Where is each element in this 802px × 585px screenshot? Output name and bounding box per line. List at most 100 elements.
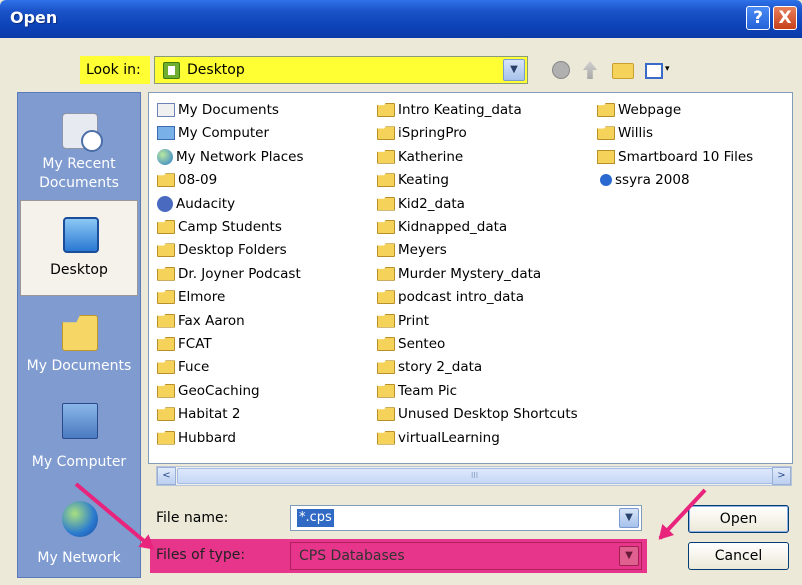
horizontal-scrollbar[interactable]: < III > bbox=[156, 466, 792, 486]
list-item[interactable]: Kidnapped_data bbox=[377, 216, 507, 239]
list-item[interactable]: Willis bbox=[597, 122, 653, 145]
help-button[interactable]: ? bbox=[746, 6, 770, 30]
filetype-dropdown[interactable]: CPS Databases ▼ bbox=[290, 542, 642, 570]
scroll-left-button[interactable]: < bbox=[157, 467, 176, 485]
list-item[interactable]: My Documents bbox=[157, 99, 279, 122]
list-item-label: Hubbard bbox=[178, 429, 237, 446]
shortcut-folder-icon bbox=[597, 149, 615, 164]
scroll-right-button[interactable]: > bbox=[772, 467, 791, 485]
list-item[interactable]: Audacity bbox=[157, 193, 235, 216]
place-label-line2: Documents bbox=[39, 175, 119, 191]
list-item[interactable]: Print bbox=[377, 310, 429, 333]
list-item-label: Unused Desktop Shortcuts bbox=[398, 406, 578, 423]
place-my-recent-documents[interactable]: My Recent Documents bbox=[20, 95, 138, 191]
list-item-label: Desktop Folders bbox=[178, 242, 287, 259]
open-button[interactable]: Open bbox=[688, 505, 789, 533]
list-item-label: Murder Mystery_data bbox=[398, 265, 542, 282]
filename-value: *.cps bbox=[297, 509, 334, 527]
list-item-label: virtualLearning bbox=[398, 429, 500, 446]
list-item-label: podcast intro_data bbox=[398, 289, 524, 306]
cancel-button[interactable]: Cancel bbox=[688, 542, 789, 570]
place-label: My Computer bbox=[31, 454, 127, 470]
list-item-label: Print bbox=[398, 312, 430, 329]
list-item[interactable]: GeoCaching bbox=[157, 380, 260, 403]
folder-icon bbox=[377, 103, 395, 117]
back-icon[interactable] bbox=[552, 61, 570, 79]
folder-icon bbox=[377, 126, 395, 141]
folder-icon bbox=[157, 313, 175, 328]
list-item[interactable]: Dr. Joyner Podcast bbox=[157, 263, 301, 286]
list-item[interactable]: Kid2_data bbox=[377, 193, 465, 216]
list-item[interactable]: story 2_data bbox=[377, 356, 482, 379]
folder-icon bbox=[377, 196, 395, 211]
list-item-label: Webpage bbox=[618, 102, 682, 118]
list-item[interactable]: iSpringPro bbox=[377, 122, 467, 145]
list-item[interactable]: Fuce bbox=[157, 356, 209, 379]
folder-icon bbox=[157, 360, 175, 375]
list-item-label: My Documents bbox=[178, 102, 279, 118]
folder-icon bbox=[377, 430, 395, 445]
scroll-grip: III bbox=[471, 471, 479, 480]
up-folder-icon[interactable] bbox=[583, 61, 597, 79]
list-item[interactable]: Habitat 2 bbox=[157, 403, 240, 426]
scroll-thumb[interactable]: III bbox=[177, 468, 773, 484]
list-item[interactable]: Smartboard 10 Files bbox=[597, 146, 753, 169]
views-dropdown-icon[interactable]: ▾ bbox=[665, 64, 670, 84]
list-item-label: Kid2_data bbox=[398, 195, 465, 212]
place-desktop[interactable]: Desktop bbox=[20, 200, 138, 296]
lookin-label: Look in: bbox=[80, 56, 150, 84]
list-item[interactable]: Camp Students bbox=[157, 216, 282, 239]
list-item[interactable]: Fax Aaron bbox=[157, 310, 245, 333]
list-item[interactable]: Keating bbox=[377, 169, 449, 192]
file-list[interactable]: My Documents My Computer My Network Places… bbox=[148, 92, 793, 464]
list-item[interactable]: ssyra 2008 bbox=[597, 169, 690, 192]
list-item[interactable]: FCAT bbox=[157, 333, 212, 356]
chevron-down-icon[interactable]: ▼ bbox=[503, 59, 525, 81]
list-item[interactable]: podcast intro_data bbox=[377, 286, 524, 309]
list-item-label: Dr. Joyner Podcast bbox=[178, 265, 301, 282]
list-item-label: GeoCaching bbox=[178, 382, 260, 399]
folder-icon bbox=[157, 337, 175, 351]
list-item[interactable]: Katherine bbox=[377, 146, 463, 169]
list-item[interactable]: Meyers bbox=[377, 239, 447, 262]
filetype-value: CPS Databases bbox=[299, 548, 405, 564]
folder-icon bbox=[157, 407, 175, 422]
list-item-label: Smartboard 10 Files bbox=[618, 148, 754, 165]
desktop-icon bbox=[63, 217, 99, 253]
list-item[interactable]: Unused Desktop Shortcuts bbox=[377, 403, 578, 426]
list-item-label: Willis bbox=[618, 125, 654, 142]
list-item[interactable]: Intro Keating_data bbox=[377, 99, 522, 122]
desktop-icon bbox=[163, 62, 180, 79]
list-item-label: Meyers bbox=[398, 242, 447, 259]
folder-icon bbox=[377, 149, 395, 164]
filename-input[interactable]: *.cps ▼ bbox=[290, 505, 642, 531]
list-item[interactable]: Murder Mystery_data bbox=[377, 263, 541, 286]
chevron-down-icon[interactable]: ▼ bbox=[619, 546, 639, 566]
list-item[interactable]: Desktop Folders bbox=[157, 239, 287, 262]
list-item[interactable]: Senteo bbox=[377, 333, 445, 356]
place-my-network[interactable]: My Network bbox=[20, 483, 138, 579]
list-item[interactable]: Hubbard bbox=[157, 427, 236, 450]
folder-icon bbox=[377, 220, 395, 234]
list-item[interactable]: 08-09 bbox=[157, 169, 217, 192]
list-item[interactable]: My Computer bbox=[157, 122, 269, 145]
title-bar: Open ? X bbox=[0, 0, 802, 38]
views-menu-icon[interactable] bbox=[645, 63, 663, 79]
list-item-label: Habitat 2 bbox=[178, 406, 241, 423]
folder-icon bbox=[157, 220, 175, 234]
list-item-label: iSpringPro bbox=[398, 125, 467, 142]
list-item[interactable]: My Network Places bbox=[157, 146, 304, 169]
place-my-documents[interactable]: My Documents bbox=[20, 297, 138, 393]
new-folder-icon[interactable] bbox=[612, 63, 634, 79]
close-button[interactable]: X bbox=[773, 6, 797, 30]
place-my-computer[interactable]: My Computer bbox=[20, 393, 138, 489]
lookin-dropdown[interactable]: Desktop ▼ bbox=[154, 56, 528, 84]
list-item[interactable]: Webpage bbox=[597, 99, 681, 122]
my-documents-icon bbox=[62, 315, 98, 351]
list-item[interactable]: Team Pic bbox=[377, 380, 457, 403]
list-item-label: FCAT bbox=[178, 336, 212, 352]
list-item[interactable]: Elmore bbox=[157, 286, 225, 309]
list-item[interactable]: virtualLearning bbox=[377, 427, 500, 450]
chevron-down-icon[interactable]: ▼ bbox=[619, 508, 639, 528]
list-item-label: Keating bbox=[398, 172, 449, 189]
